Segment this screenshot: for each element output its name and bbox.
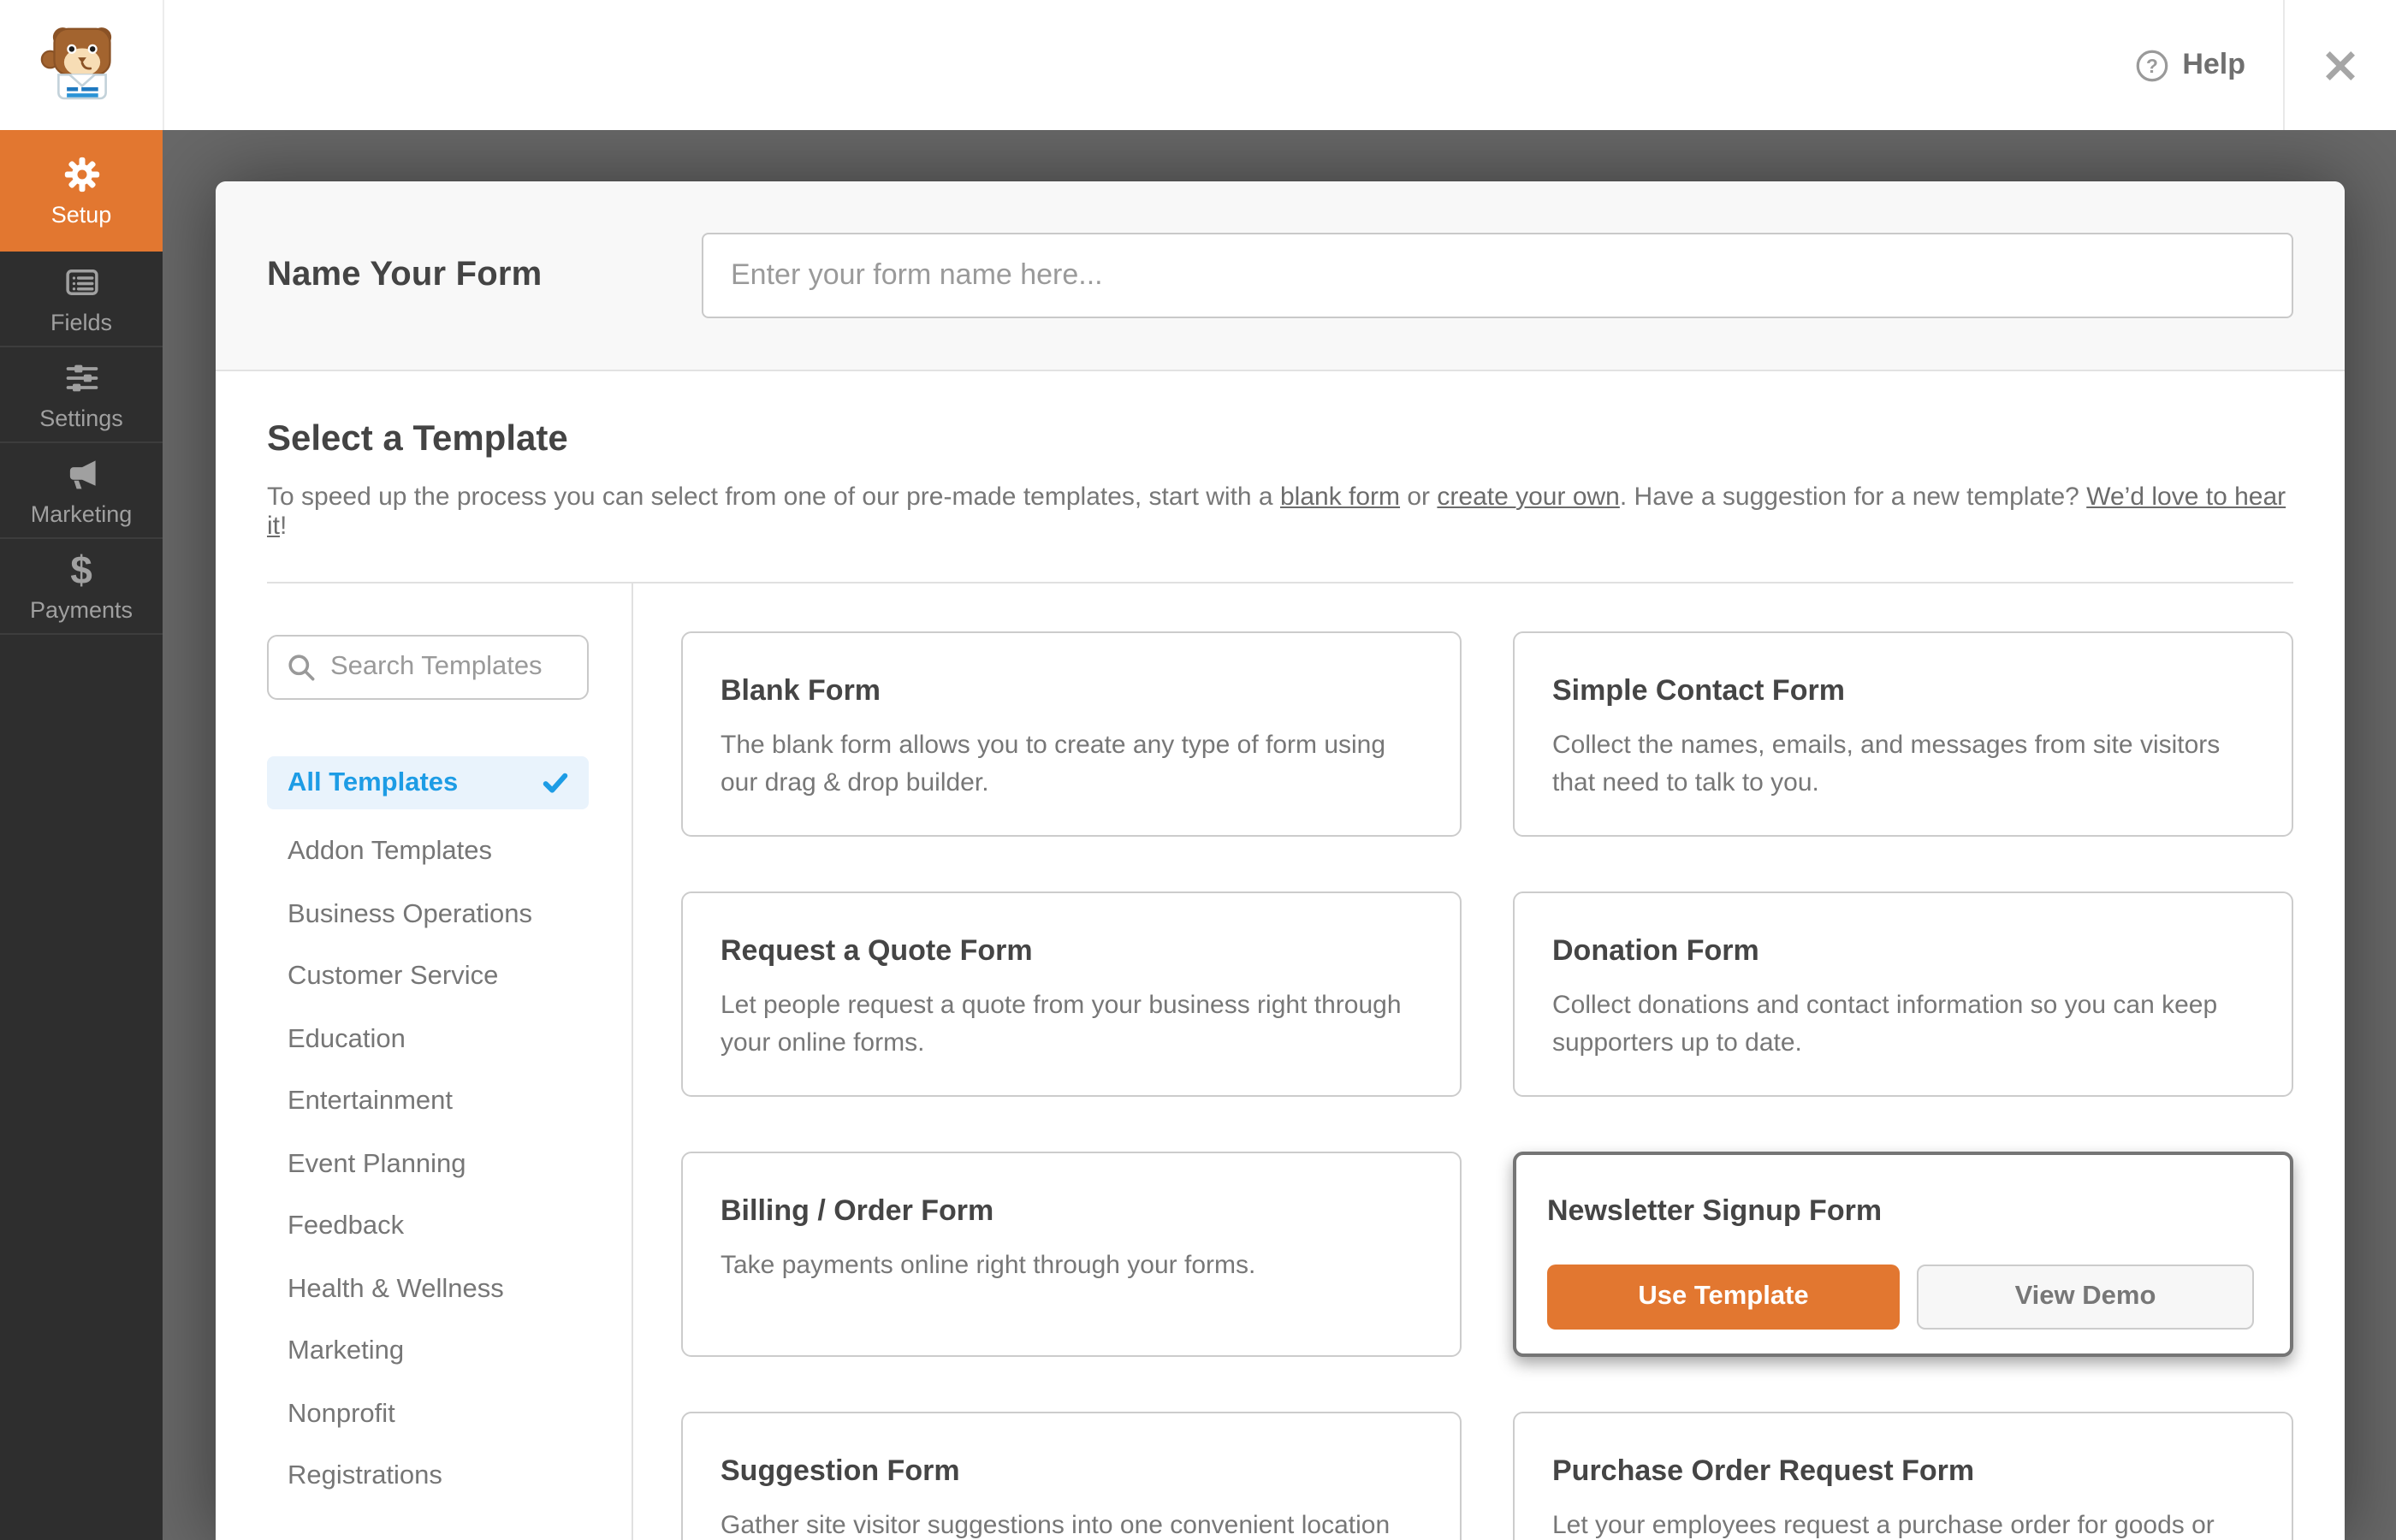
category-item-business-operations[interactable]: Business Operations: [267, 884, 589, 946]
category-item-feedback[interactable]: Feedback: [267, 1196, 589, 1259]
category-item-marketing[interactable]: Marketing: [267, 1321, 589, 1383]
template-card-actions: Use Template View Demo: [1547, 1265, 2259, 1330]
sidebar-item-label: Fields: [50, 310, 112, 335]
check-icon: [543, 773, 568, 793]
category-item-event-planning[interactable]: Event Planning: [267, 1134, 589, 1196]
create-your-own-link[interactable]: create your own: [1437, 483, 1619, 512]
template-card-suggestion-form[interactable]: Suggestion Form Gather site visitor sugg…: [681, 1412, 1462, 1540]
category-item-education[interactable]: Education: [267, 1009, 589, 1071]
intro-text: To speed up the process you can select f…: [267, 483, 1280, 512]
top-bar: ? Help: [0, 0, 2396, 130]
template-description: Take payments online right through your …: [721, 1251, 1256, 1280]
template-description: Collect donations and contact informatio…: [1552, 991, 2218, 1057]
dollar-icon: $: [70, 548, 92, 592]
template-description: Collect the names, emails, and messages …: [1552, 731, 2221, 797]
use-template-button[interactable]: Use Template: [1547, 1265, 1900, 1330]
category-item-all-templates[interactable]: All Templates: [267, 756, 589, 809]
template-title: Request a Quote Form: [721, 934, 1033, 967]
wpforms-bear-mascot: [39, 27, 111, 100]
close-builder-button[interactable]: [2285, 0, 2396, 130]
setup-panel: Name Your Form Select a Template To spee…: [216, 181, 2345, 1540]
sidebar-item-label: Marketing: [30, 501, 133, 527]
sidebar-item-setup[interactable]: Setup: [0, 130, 163, 252]
help-button[interactable]: ? Help: [2136, 48, 2245, 82]
topbar-actions: ? Help: [2136, 0, 2396, 130]
fields-icon: [62, 262, 100, 303]
template-title: Donation Form: [1552, 934, 1759, 967]
template-card-purchase-order-request-form[interactable]: Purchase Order Request Form Let your emp…: [1513, 1412, 2293, 1540]
template-search: [267, 635, 589, 700]
template-card-request-a-quote-form[interactable]: Request a Quote Form Let people request …: [681, 891, 1462, 1097]
sidebar-item-label: Setup: [50, 202, 112, 228]
blank-form-link[interactable]: blank form: [1280, 483, 1400, 512]
category-item-entertainment[interactable]: Entertainment: [267, 1071, 589, 1134]
template-card-donation-form[interactable]: Donation Form Collect donations and cont…: [1513, 891, 2293, 1097]
sidebar-item-label: Payments: [29, 597, 133, 623]
template-card-newsletter-signup-form[interactable]: Newsletter Signup Form Use Template View…: [1513, 1152, 2293, 1357]
close-icon: [2326, 50, 2355, 80]
view-demo-button[interactable]: View Demo: [1917, 1265, 2254, 1330]
gear-icon: [62, 154, 100, 195]
search-icon: [286, 652, 317, 691]
builder-sidebar: Setup Fields Settings Marketing $ Paymen…: [0, 130, 163, 1540]
help-icon: ?: [2136, 49, 2168, 81]
category-item-registrations[interactable]: Registrations: [267, 1446, 589, 1508]
category-item-addon-templates[interactable]: Addon Templates: [267, 821, 589, 884]
help-label: Help: [2182, 48, 2245, 80]
select-template-title: Select a Template: [267, 419, 568, 459]
template-card-simple-contact-form[interactable]: Simple Contact Form Collect the names, e…: [1513, 631, 2293, 837]
template-title: Billing / Order Form: [721, 1194, 994, 1227]
template-description: The blank form allows you to create any …: [721, 731, 1386, 797]
wpforms-form-builder: ? Help Setup Fields Settings Marketing $…: [0, 0, 2396, 1540]
template-card-billing-order-form[interactable]: Billing / Order Form Take payments onlin…: [681, 1152, 1462, 1357]
category-item-health-wellness[interactable]: Health & Wellness: [267, 1259, 589, 1321]
select-template-section: Select a Template To speed up the proces…: [216, 419, 2345, 1540]
template-title: Suggestion Form: [721, 1454, 960, 1487]
intro-text: . Have a suggestion for a new template?: [1619, 483, 2087, 512]
template-title: Simple Contact Form: [1552, 674, 1845, 707]
template-card-blank-form[interactable]: Blank Form The blank form allows you to …: [681, 631, 1462, 837]
sidebar-item-fields[interactable]: Fields: [0, 252, 163, 347]
sidebar-item-settings[interactable]: Settings: [0, 347, 163, 443]
intro-text: !: [280, 512, 288, 541]
template-categories: All Templates Addon Templates Business O…: [267, 583, 633, 1540]
category-label: All Templates: [288, 767, 459, 797]
template-title: Blank Form: [721, 674, 881, 707]
template-title: Purchase Order Request Form: [1552, 1454, 1975, 1487]
sidebar-item-label: Settings: [39, 406, 123, 431]
sidebar-item-marketing[interactable]: Marketing: [0, 443, 163, 539]
name-your-form-label: Name Your Form: [267, 256, 543, 293]
megaphone-icon: [62, 453, 100, 495]
wpforms-logo: [0, 0, 164, 130]
template-description: Let people request a quote from your bus…: [721, 991, 1402, 1057]
template-grid: Blank Form The blank form allows you to …: [633, 583, 2293, 1540]
name-your-form-section: Name Your Form: [216, 181, 2345, 371]
template-description: Gather site visitor suggestions into one…: [721, 1511, 1391, 1540]
template-description: Let your employees request a purchase or…: [1552, 1511, 2215, 1540]
sliders-icon: [62, 358, 100, 399]
category-list: All Templates Addon Templates Business O…: [267, 756, 632, 1508]
template-title: Newsletter Signup Form: [1547, 1194, 1883, 1227]
category-item-nonprofit[interactable]: Nonprofit: [267, 1383, 589, 1446]
category-item-customer-service[interactable]: Customer Service: [267, 946, 589, 1009]
intro-text: or: [1400, 483, 1438, 512]
template-browser: All Templates Addon Templates Business O…: [267, 582, 2293, 1540]
form-name-input[interactable]: [702, 233, 2293, 318]
template-intro: To speed up the process you can select f…: [267, 483, 2293, 541]
svg-text:?: ?: [2146, 54, 2158, 76]
sidebar-item-payments[interactable]: $ Payments: [0, 539, 163, 635]
